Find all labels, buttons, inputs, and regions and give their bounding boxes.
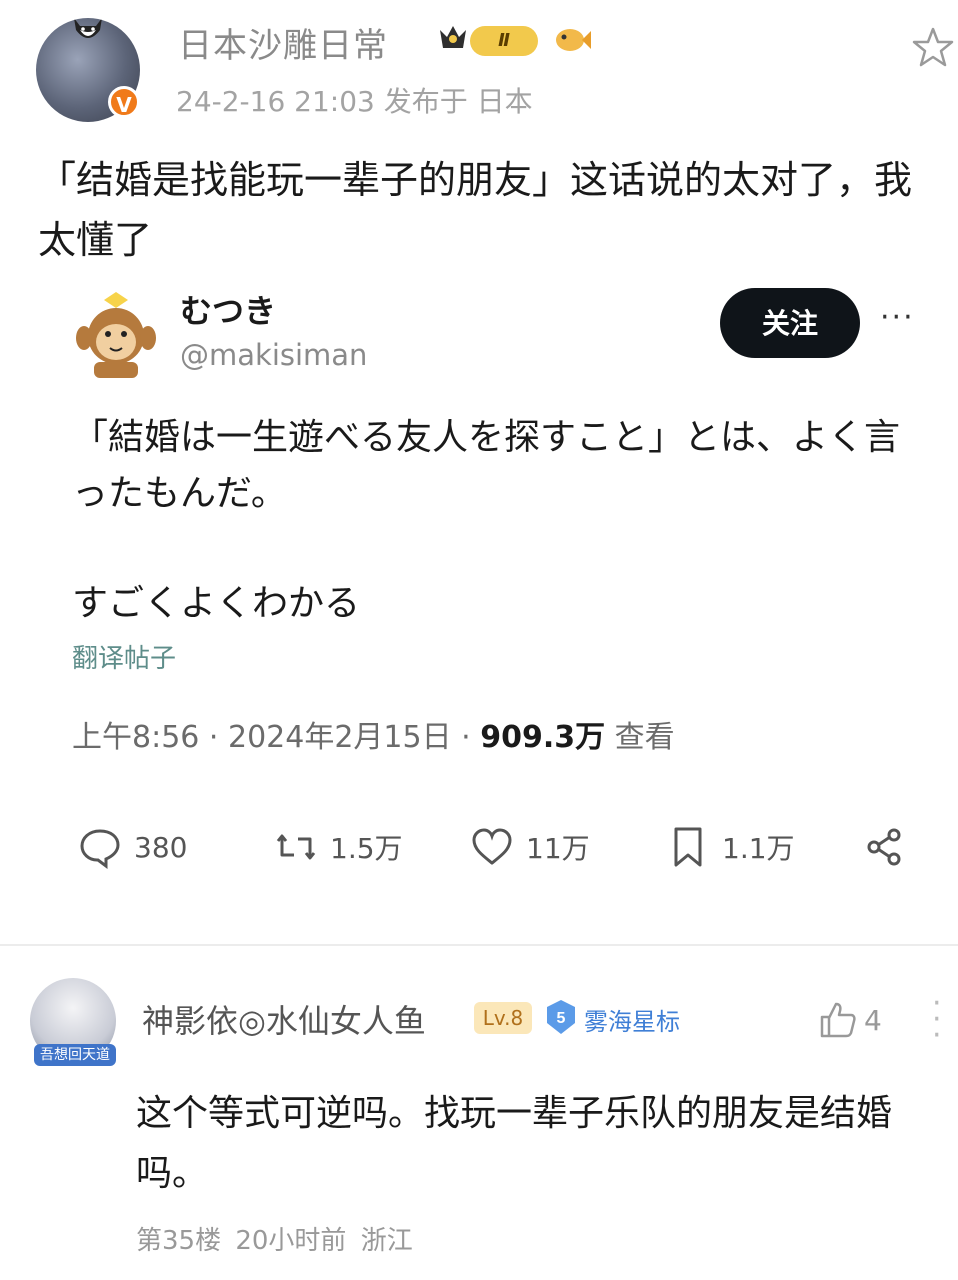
retweet-action[interactable]: 1.5万: [274, 820, 403, 874]
reply-action[interactable]: 380: [78, 820, 187, 874]
like-action[interactable]: 11万: [470, 820, 590, 874]
share-action[interactable]: [862, 820, 906, 874]
share-icon: [867, 828, 901, 866]
thumbs-up-icon[interactable]: [818, 1000, 858, 1040]
monkey-avatar[interactable]: [74, 290, 158, 380]
author-name[interactable]: 日本沙雕日常: [178, 18, 388, 67]
retweet-count: 1.5万: [330, 832, 403, 865]
verified-badge: V: [108, 86, 140, 118]
medal-number: 5: [557, 1010, 566, 1027]
husky-icon: [74, 18, 102, 38]
translate-post-link[interactable]: 翻译帖子: [72, 638, 176, 675]
bookmark-count: 1.1万: [722, 832, 795, 865]
post-text: 「结婚是找能玩一辈子的朋友」这话说的太对了，我太懂了: [38, 158, 913, 262]
section-divider: [0, 944, 958, 946]
avatar-frame-tag: 吾想回天道: [34, 1044, 116, 1066]
tweet-display-name[interactable]: むつき: [180, 286, 276, 332]
tweet-body: 「結婚は一生遊べる友人を探すこと」とは、よく言ったもんだ。: [72, 417, 901, 514]
tweet-timestamp: 上午8:56 · 2024年2月15日 · 909.3万 查看: [72, 712, 675, 756]
views-count: 909.3万: [480, 720, 606, 755]
comment-more-icon[interactable]: · · ·: [932, 989, 942, 1051]
more-options-icon[interactable]: ···: [880, 300, 915, 335]
tweet-body-line2: すごくよくわかる: [72, 583, 361, 624]
tweet-handle[interactable]: @makisiman: [180, 338, 367, 372]
comment-like-count: 4: [864, 1004, 882, 1037]
post-meta: 24-2-16 21:03 发布于 日本: [176, 85, 533, 118]
reply-count: 380: [134, 830, 188, 864]
views-label: 查看: [605, 720, 675, 755]
crown-icon: [440, 26, 466, 48]
medal-title: 雾海星标: [584, 1008, 680, 1036]
bookmark-action[interactable]: 1.1万: [666, 820, 795, 874]
heart-icon: [472, 828, 512, 865]
reply-icon: [80, 829, 120, 869]
comment-meta: 第35楼 20小时前 浙江: [136, 1226, 413, 1256]
tweet-time: 上午8:56 · 2024年2月15日 ·: [72, 720, 481, 755]
like-count: 11万: [526, 832, 590, 865]
favorite-star-icon[interactable]: [912, 26, 954, 68]
comment-text: 这个等式可逆吗。找玩一辈子乐队的朋友是结婚吗。: [136, 1093, 893, 1194]
commenter-level-badge: Lv.8: [474, 1002, 532, 1034]
fish-icon: [556, 29, 591, 51]
medal-badge-icon: 5: [547, 1000, 575, 1034]
member-level-badge: Ⅱ: [470, 26, 538, 56]
commenter-name[interactable]: 神影依◎水仙女人鱼: [142, 996, 426, 1042]
follow-button[interactable]: 关注: [720, 288, 860, 358]
retweet-icon: [276, 834, 316, 860]
bookmark-icon: [674, 827, 702, 867]
